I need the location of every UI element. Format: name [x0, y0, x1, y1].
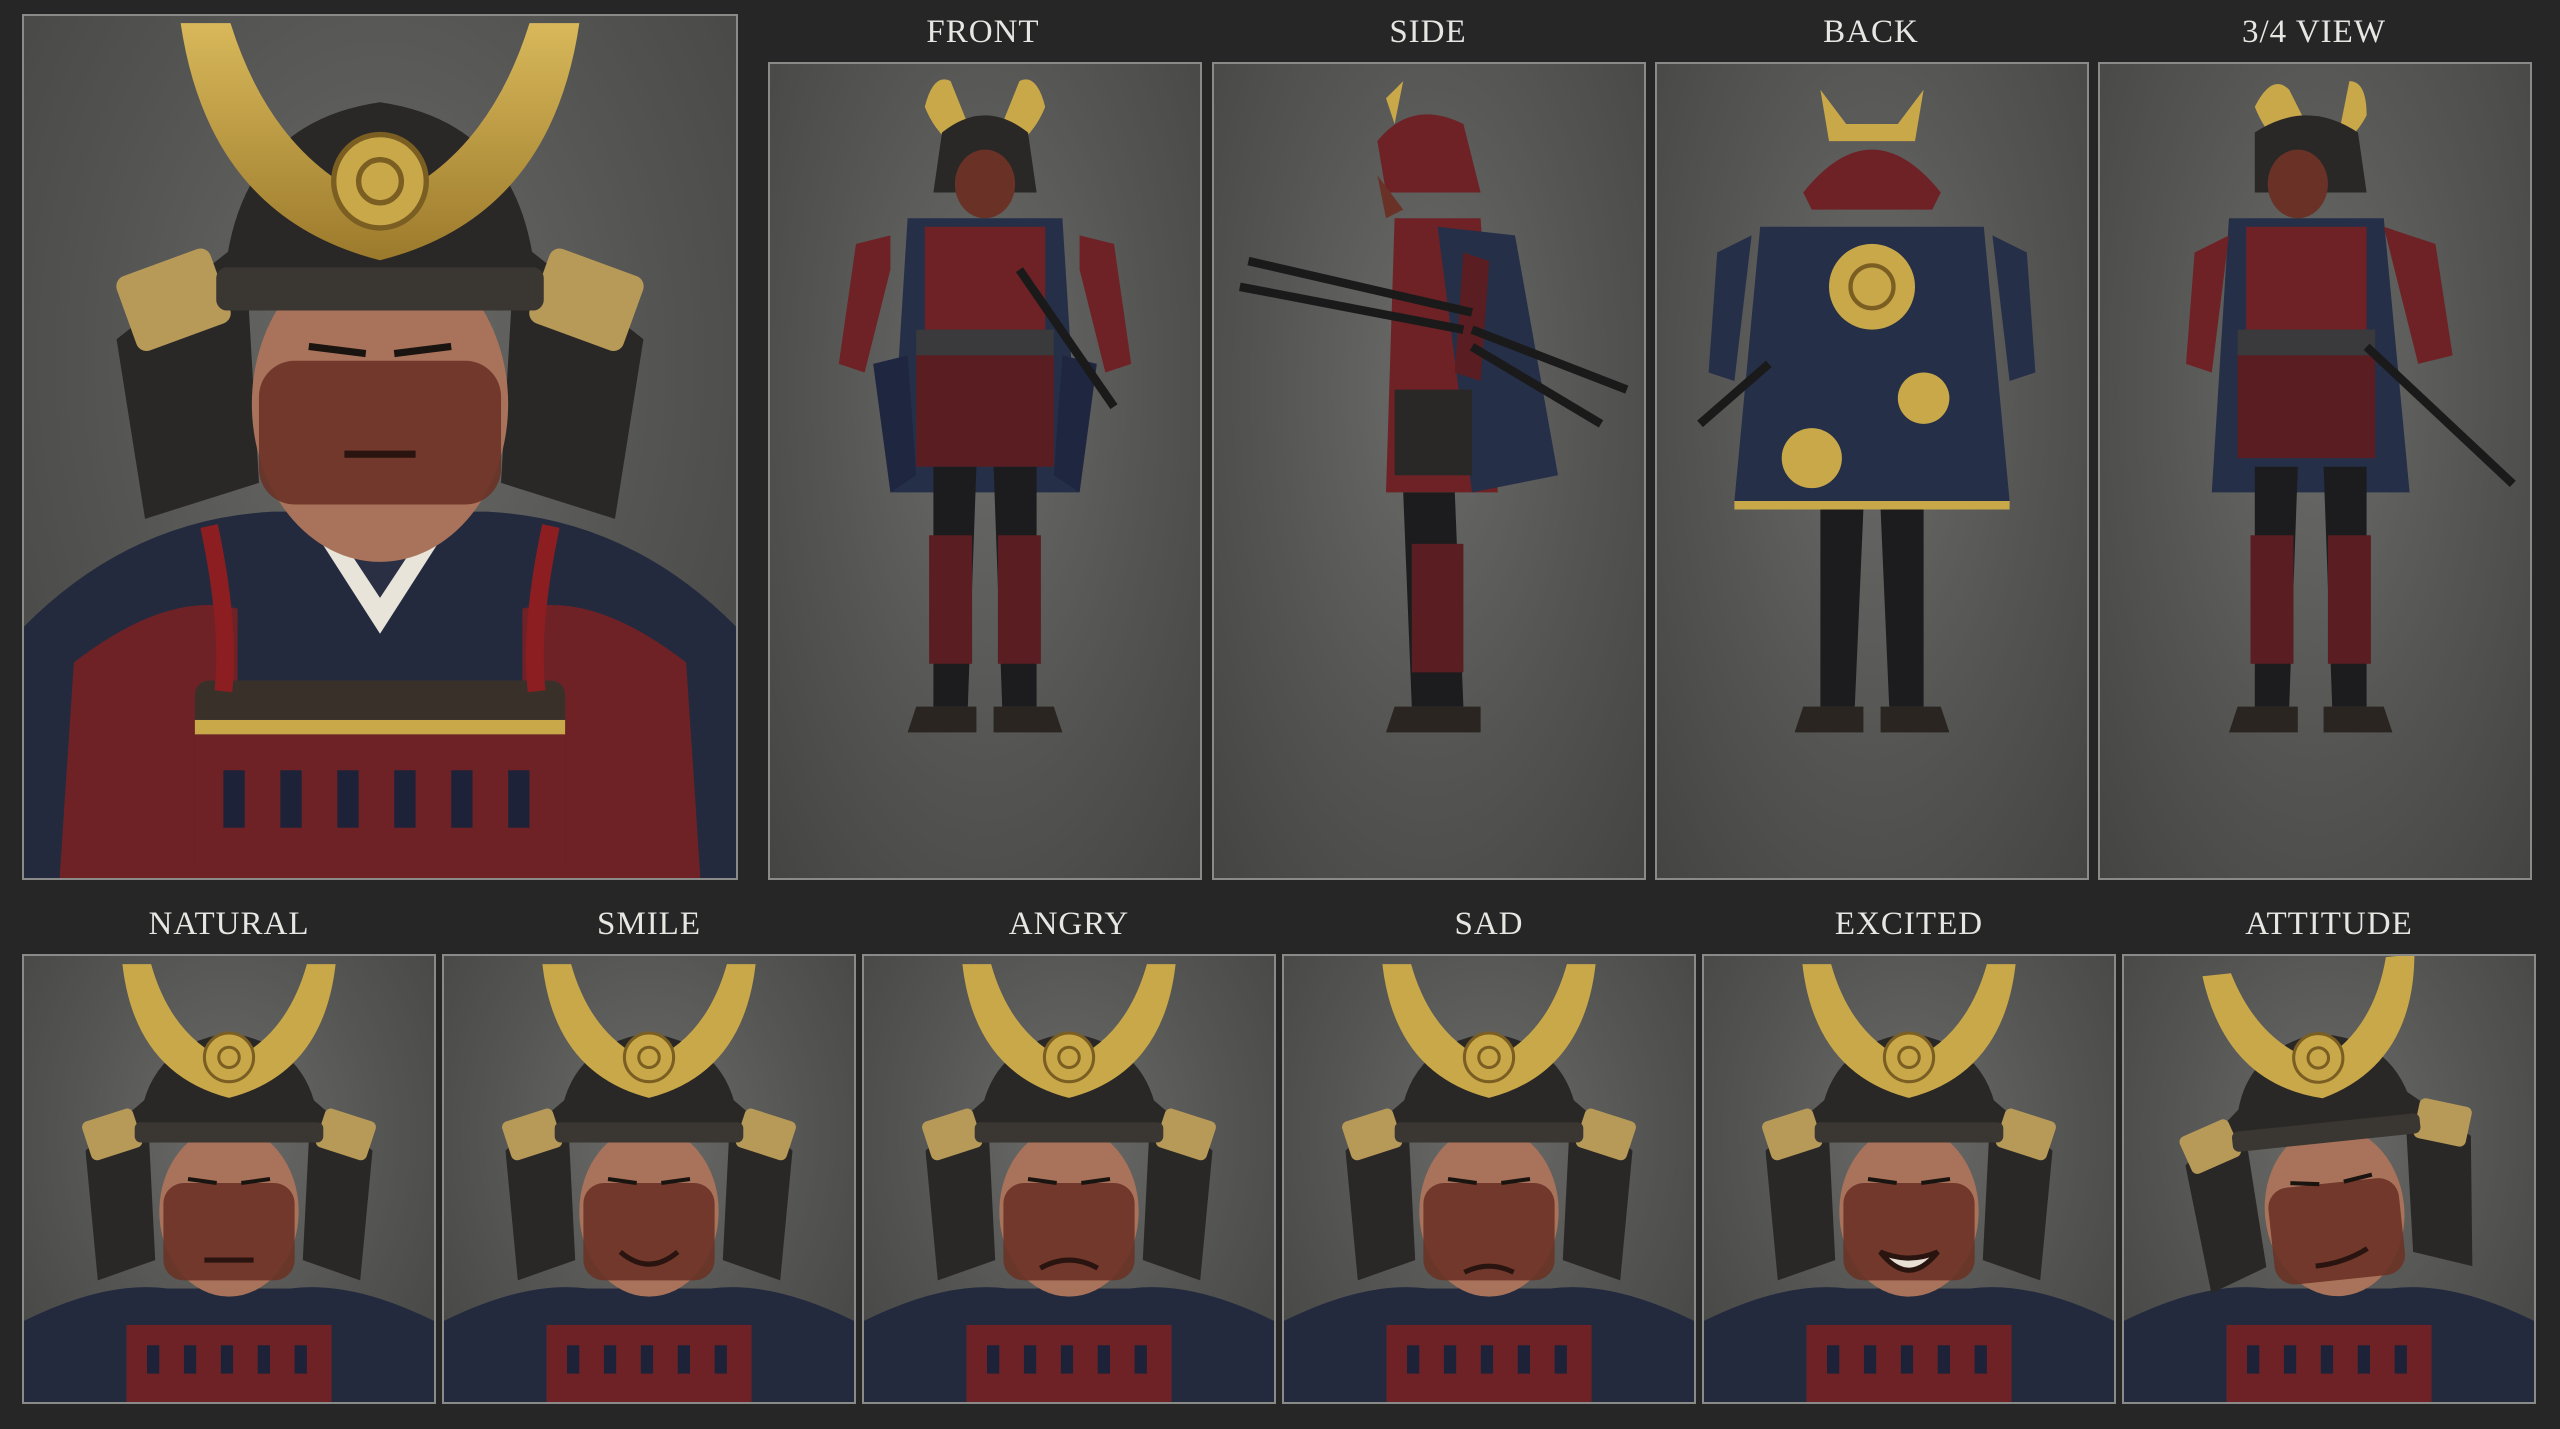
portrait-panel [22, 14, 738, 880]
side-view-figure [1238, 81, 1629, 733]
view-label-back: BACK [1823, 14, 1919, 50]
three-quarter-view-figure [2186, 81, 2516, 733]
expression-panel-smile [442, 954, 856, 1404]
view-panel-front [768, 62, 1202, 880]
expression-label-sad: SAD [1454, 906, 1524, 942]
expression-panel-natural [22, 954, 436, 1404]
view-panel-three-quarter [2098, 62, 2532, 880]
expression-head-image [444, 964, 854, 1402]
view-panel-side [1212, 62, 1646, 880]
expression-label-excited: EXCITED [1834, 906, 1984, 942]
expression-head-image [864, 964, 1274, 1402]
front-view-figure [838, 79, 1132, 733]
expression-head-image [1284, 964, 1694, 1402]
back-view-figure [1697, 89, 2036, 733]
expression-panel-sad [1282, 954, 1696, 1404]
expression-label-natural: NATURAL [148, 906, 310, 942]
expression-label-attitude: ATTITUDE [2245, 906, 2413, 942]
expression-head-image [2124, 956, 2534, 1402]
expression-label-angry: ANGRY [1008, 906, 1130, 942]
view-label-side: SIDE [1389, 14, 1467, 50]
expression-panel-attitude [2122, 954, 2536, 1404]
view-label-three-quarter: 3/4 VIEW [2242, 14, 2386, 50]
expression-head-image [24, 964, 434, 1402]
view-panel-back [1655, 62, 2089, 880]
portrait-samurai-image [24, 23, 736, 878]
expression-panel-excited [1702, 954, 2116, 1404]
expression-label-smile: SMILE [597, 906, 701, 942]
expression-head-image [1704, 964, 2114, 1402]
view-label-front: FRONT [926, 14, 1040, 50]
expression-panel-angry [862, 954, 1276, 1404]
